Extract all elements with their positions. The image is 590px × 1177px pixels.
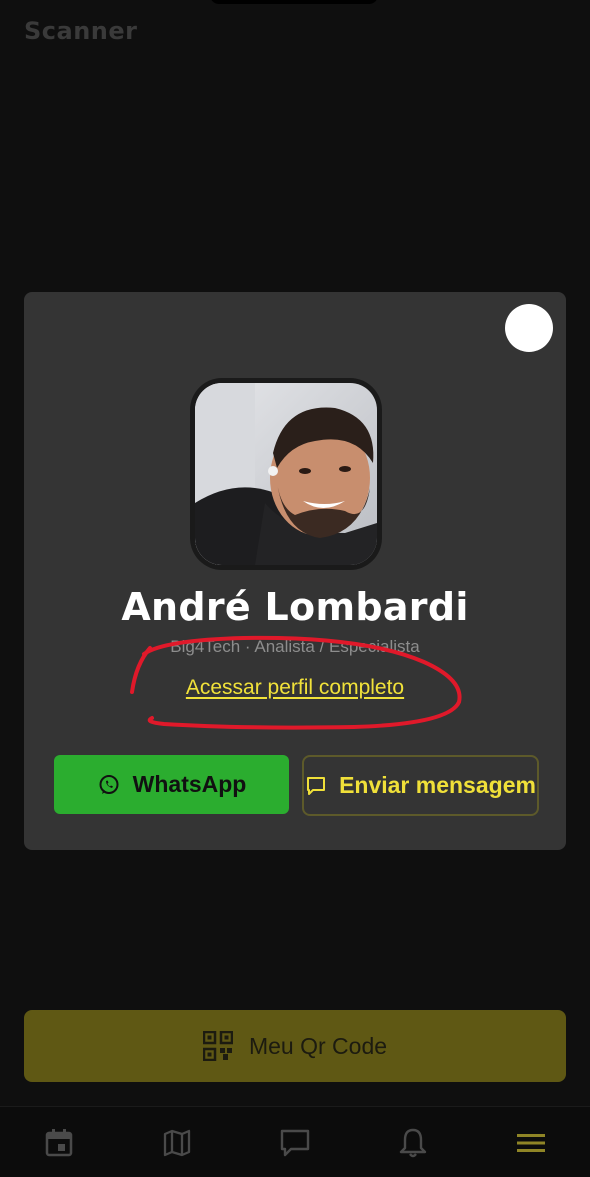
map-icon — [163, 1129, 191, 1156]
menu-icon — [517, 1133, 545, 1152]
nav-item-chat[interactable] — [255, 1113, 335, 1173]
qr-code-label: Meu Qr Code — [248, 1032, 388, 1059]
profile-photo — [195, 383, 377, 565]
profile-modal: André Lombardi Big4Tech · Analista / Esp… — [24, 292, 566, 850]
chat-icon — [280, 1129, 310, 1156]
send-message-label: Enviar mensagem — [339, 772, 536, 798]
calendar-icon — [45, 1128, 73, 1156]
avatar — [190, 378, 382, 570]
close-button[interactable] — [505, 304, 553, 352]
bottom-navigation — [0, 1106, 590, 1177]
my-qr-code-button[interactable]: Meu Qr Code — [24, 1010, 566, 1082]
qr-code-icon — [202, 1031, 233, 1061]
app-screen: Scanner André Lombardi Big4Tech · Analis… — [0, 0, 590, 1177]
device-notch — [210, 0, 378, 4]
bell-icon — [399, 1128, 427, 1157]
whatsapp-button[interactable]: WhatsApp — [54, 755, 289, 814]
page-title: Scanner — [24, 17, 138, 45]
profile-name: André Lombardi — [121, 585, 469, 629]
message-icon — [307, 776, 326, 795]
whatsapp-icon — [99, 774, 119, 794]
nav-item-menu[interactable] — [491, 1113, 571, 1173]
send-message-button[interactable]: Enviar mensagem — [302, 755, 539, 816]
nav-item-notifications[interactable] — [373, 1113, 453, 1173]
full-profile-link[interactable]: Acessar perfil completo — [24, 676, 566, 700]
nav-item-calendar[interactable] — [19, 1113, 99, 1173]
whatsapp-button-label: WhatsApp — [132, 771, 247, 797]
nav-item-map[interactable] — [137, 1113, 217, 1173]
profile-subtitle: Big4Tech · Analista / Especialista — [170, 637, 420, 656]
